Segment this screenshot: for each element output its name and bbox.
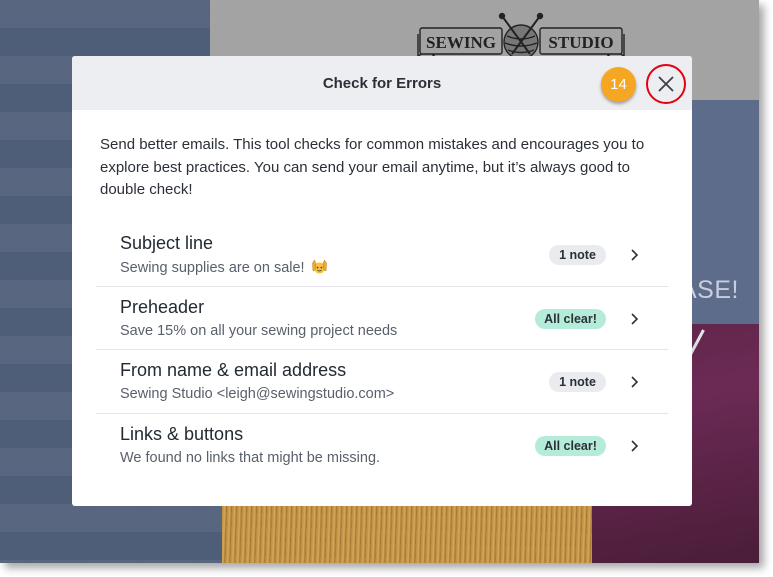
svg-text:STUDIO: STUDIO <box>548 33 613 52</box>
check-item-title: Preheader <box>120 296 205 317</box>
status-badge: All clear! <box>535 308 606 329</box>
chevron-right-icon <box>631 249 639 261</box>
check-item-subtitle: We found no links that might be missing. <box>120 449 381 466</box>
dialog-intro-text: Send better emails. This tool checks for… <box>100 136 645 198</box>
chevron-right-icon <box>631 312 639 325</box>
status-badge: 1 note <box>549 372 606 392</box>
check-item-subject-line[interactable]: Subject line Sewing supplies are on sale… <box>96 223 668 287</box>
check-item-from-name[interactable]: From name & email address Sewing Studio … <box>96 350 668 414</box>
dialog-title: Check for Errors <box>322 74 442 92</box>
check-item-subtitle: Sewing Studio <leigh@sewingstudio.com> <box>120 386 395 402</box>
error-check-list: Subject line Sewing supplies are on sale… <box>96 223 668 477</box>
check-item-title: Links & buttons <box>120 423 244 444</box>
close-icon <box>658 76 674 92</box>
check-item-links-buttons[interactable]: Links & buttons We found no links that m… <box>96 414 668 478</box>
svg-text:SEWING: SEWING <box>426 33 496 52</box>
dialog-header: Check for Errors 14 <box>72 56 692 110</box>
check-item-title: Subject line <box>120 233 214 253</box>
check-item-subtitle: Sewing supplies are on sale! <box>120 259 328 276</box>
close-button[interactable] <box>646 64 686 104</box>
raising-hands-emoji-icon <box>311 259 327 274</box>
status-badge: 1 note <box>549 245 606 265</box>
check-item-title: From name & email address <box>120 360 347 380</box>
thread-spool <box>222 505 592 563</box>
sewing-studio-logo: SEWING STUDIO <box>417 12 625 60</box>
status-badge: All clear! <box>535 435 606 456</box>
step-badge: 14 <box>601 67 636 102</box>
check-item-preheader[interactable]: Preheader Save 15% on all your sewing pr… <box>96 287 668 350</box>
check-item-subtitle: Save 15% on all your sewing project need… <box>120 322 398 339</box>
check-for-errors-dialog: Check for Errors 14 Send better emails. … <box>72 56 692 506</box>
chevron-right-icon <box>631 376 639 388</box>
chevron-right-icon <box>631 439 639 452</box>
